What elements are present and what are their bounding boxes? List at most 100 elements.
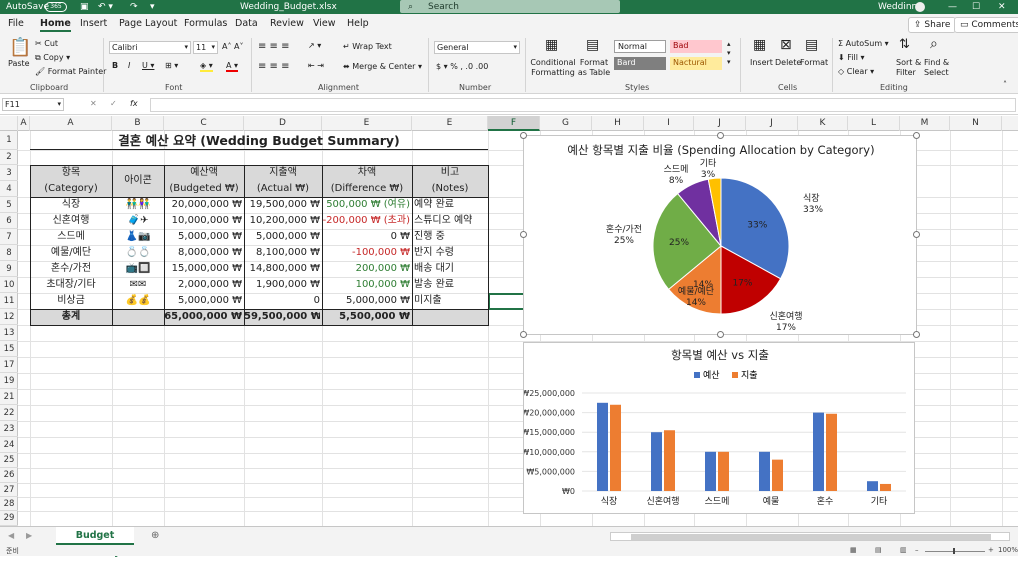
bar[interactable]	[664, 430, 675, 491]
row-header[interactable]: 2	[0, 150, 18, 165]
col-header-D[interactable]: D	[244, 116, 322, 131]
cell-icons[interactable]: 💍💍	[112, 245, 164, 261]
delete-cells-icon[interactable]: ⊠	[780, 38, 792, 52]
cell-actual[interactable]: 10,200,000 ₩	[244, 213, 320, 229]
paste-icon[interactable]: 📋	[9, 38, 31, 58]
col-header-I[interactable]: I	[644, 116, 694, 131]
bar[interactable]	[867, 481, 878, 491]
row-header[interactable]: 22	[0, 405, 18, 421]
cell-actual[interactable]: 14,800,000 ₩	[244, 261, 320, 277]
cell-notes[interactable]: 진행 중	[414, 229, 488, 245]
conditional-formatting-button[interactable]: Conditional Formatting	[530, 58, 576, 78]
next-sheet-icon[interactable]: ▶	[26, 531, 32, 540]
tab-home[interactable]: Home	[40, 18, 71, 32]
bar[interactable]	[718, 451, 729, 491]
row-header[interactable]: 26	[0, 468, 18, 483]
cell-notes[interactable]: 발송 완료	[414, 277, 488, 293]
tab-data[interactable]: Data	[235, 18, 258, 29]
col-header-A[interactable]: A	[18, 116, 30, 131]
grow-font-icon[interactable]: A˄ A˅	[222, 42, 244, 51]
maximize-icon[interactable]: ☐	[972, 0, 980, 14]
col-header-L[interactable]: L	[848, 116, 900, 131]
sort-filter-button[interactable]: Sort & Filter	[896, 58, 924, 78]
font-size-dropdown[interactable]: 11	[193, 41, 218, 54]
pie-chart[interactable]: 예산 항목별 지출 비율 (Spending Allocation by Cat…	[523, 135, 917, 335]
minimize-icon[interactable]: —	[948, 0, 957, 14]
font-name-dropdown[interactable]: Calibri	[109, 41, 191, 54]
bar[interactable]	[705, 451, 716, 491]
cell-icons[interactable]: 💰💰	[112, 293, 164, 309]
undo-icon[interactable]: ↶ ▾	[98, 0, 113, 14]
cell-category[interactable]: 혼수/가전	[30, 261, 112, 277]
horizontal-scrollbar[interactable]	[610, 532, 1010, 541]
name-box[interactable]: F11	[2, 98, 64, 111]
cell-difference[interactable]: 200,000 ₩	[322, 261, 410, 277]
cancel-icon[interactable]: ✕	[90, 99, 97, 108]
row-header[interactable]: 27	[0, 483, 18, 497]
cut-button[interactable]: ✂ Cut	[35, 39, 58, 48]
zoom-out-icon[interactable]: –	[915, 546, 919, 554]
formula-input[interactable]	[150, 98, 1016, 112]
avatar[interactable]	[915, 2, 925, 12]
tab-help[interactable]: Help	[347, 18, 369, 29]
style-bard[interactable]: Bard	[614, 57, 666, 70]
zoom-in-icon[interactable]: +	[988, 546, 994, 554]
cell-actual[interactable]: 1,900,000 ₩	[244, 277, 320, 293]
clear-button[interactable]: ◇ Clear ▾	[838, 67, 874, 76]
row-header[interactable]: 5	[0, 197, 18, 213]
normal-view-icon[interactable]: ▦	[850, 546, 857, 554]
page-break-view-icon[interactable]: ▥	[900, 546, 907, 554]
zoom-slider[interactable]	[925, 551, 985, 552]
indent-icon[interactable]: ⇤ ⇥	[308, 61, 324, 70]
cell-category[interactable]: 신혼여행	[30, 213, 112, 229]
copy-button[interactable]: ⧉ Copy ▾	[35, 53, 70, 63]
styles-scroll-icon[interactable]: ▴ ▾ ▾	[727, 40, 731, 67]
bar[interactable]	[880, 483, 891, 491]
tab-review[interactable]: Review	[270, 18, 304, 29]
bold-button[interactable]: B	[112, 61, 118, 70]
format-cells-icon[interactable]: ▤	[805, 38, 818, 52]
cell-difference[interactable]: 5,000,000 ₩	[322, 293, 410, 309]
style-bad[interactable]: Bad	[670, 40, 722, 53]
page-layout-view-icon[interactable]: ▤	[875, 546, 882, 554]
row-header[interactable]: 25	[0, 453, 18, 468]
tab-formulas[interactable]: Formulas	[184, 18, 227, 29]
user-name[interactable]: Weddinm	[878, 0, 920, 14]
bar[interactable]	[826, 413, 837, 491]
cell-icons[interactable]: 📺🔲	[112, 261, 164, 277]
currency-icon[interactable]: $ ▾ % , .0 .00	[436, 62, 488, 71]
cell-difference[interactable]: -200,000 ₩ (초과)	[322, 213, 410, 229]
fx-icon[interactable]: fx	[130, 99, 138, 108]
wrap-text-button[interactable]: ↵ Wrap Text	[343, 42, 392, 51]
row-header[interactable]: 8	[0, 245, 18, 261]
comments-button[interactable]: ▭ Comments	[954, 17, 1018, 33]
format-as-table-icon[interactable]: ▤	[586, 38, 599, 52]
cell-actual[interactable]: 0	[244, 293, 320, 309]
cell-notes[interactable]: 배송 대기	[414, 261, 488, 277]
bar[interactable]	[813, 412, 824, 491]
collapse-ribbon-icon[interactable]: ˄	[1003, 80, 1007, 89]
cell-budget[interactable]: 20,000,000 ₩	[164, 197, 242, 213]
file-name[interactable]: Wedding_Budget.xlsx	[240, 0, 337, 14]
bar[interactable]	[759, 451, 770, 491]
cell-category[interactable]: 비상금	[30, 293, 112, 309]
row-header[interactable]: 28	[0, 497, 18, 511]
prev-sheet-icon[interactable]: ◀	[8, 531, 14, 540]
sheet-tab-budget-summary[interactable]: Budget Summary	[56, 527, 134, 558]
col-header-A-wide[interactable]: A	[30, 116, 112, 131]
cell-category[interactable]: 식장	[30, 197, 112, 213]
autosave-toggle[interactable]: 365	[45, 2, 67, 12]
row-header[interactable]: 3	[0, 165, 18, 181]
row-header[interactable]: 1	[0, 131, 18, 150]
row-header[interactable]: 6	[0, 213, 18, 229]
format-cells-button[interactable]: Format	[800, 58, 828, 67]
cell-actual[interactable]: 8,100,000 ₩	[244, 245, 320, 261]
find-select-icon[interactable]: ⌕	[930, 37, 938, 51]
redo-icon[interactable]: ↷	[130, 0, 138, 14]
col-header-B[interactable]: B	[112, 116, 164, 131]
row-header[interactable]: 15	[0, 341, 18, 357]
format-painter-button[interactable]: 🖌 Format Painter	[35, 67, 106, 76]
tab-view[interactable]: View	[313, 18, 336, 29]
align-top-icon[interactable]: ≡ ≡ ≡	[258, 41, 290, 52]
cell-difference[interactable]: 0 ₩	[322, 229, 410, 245]
